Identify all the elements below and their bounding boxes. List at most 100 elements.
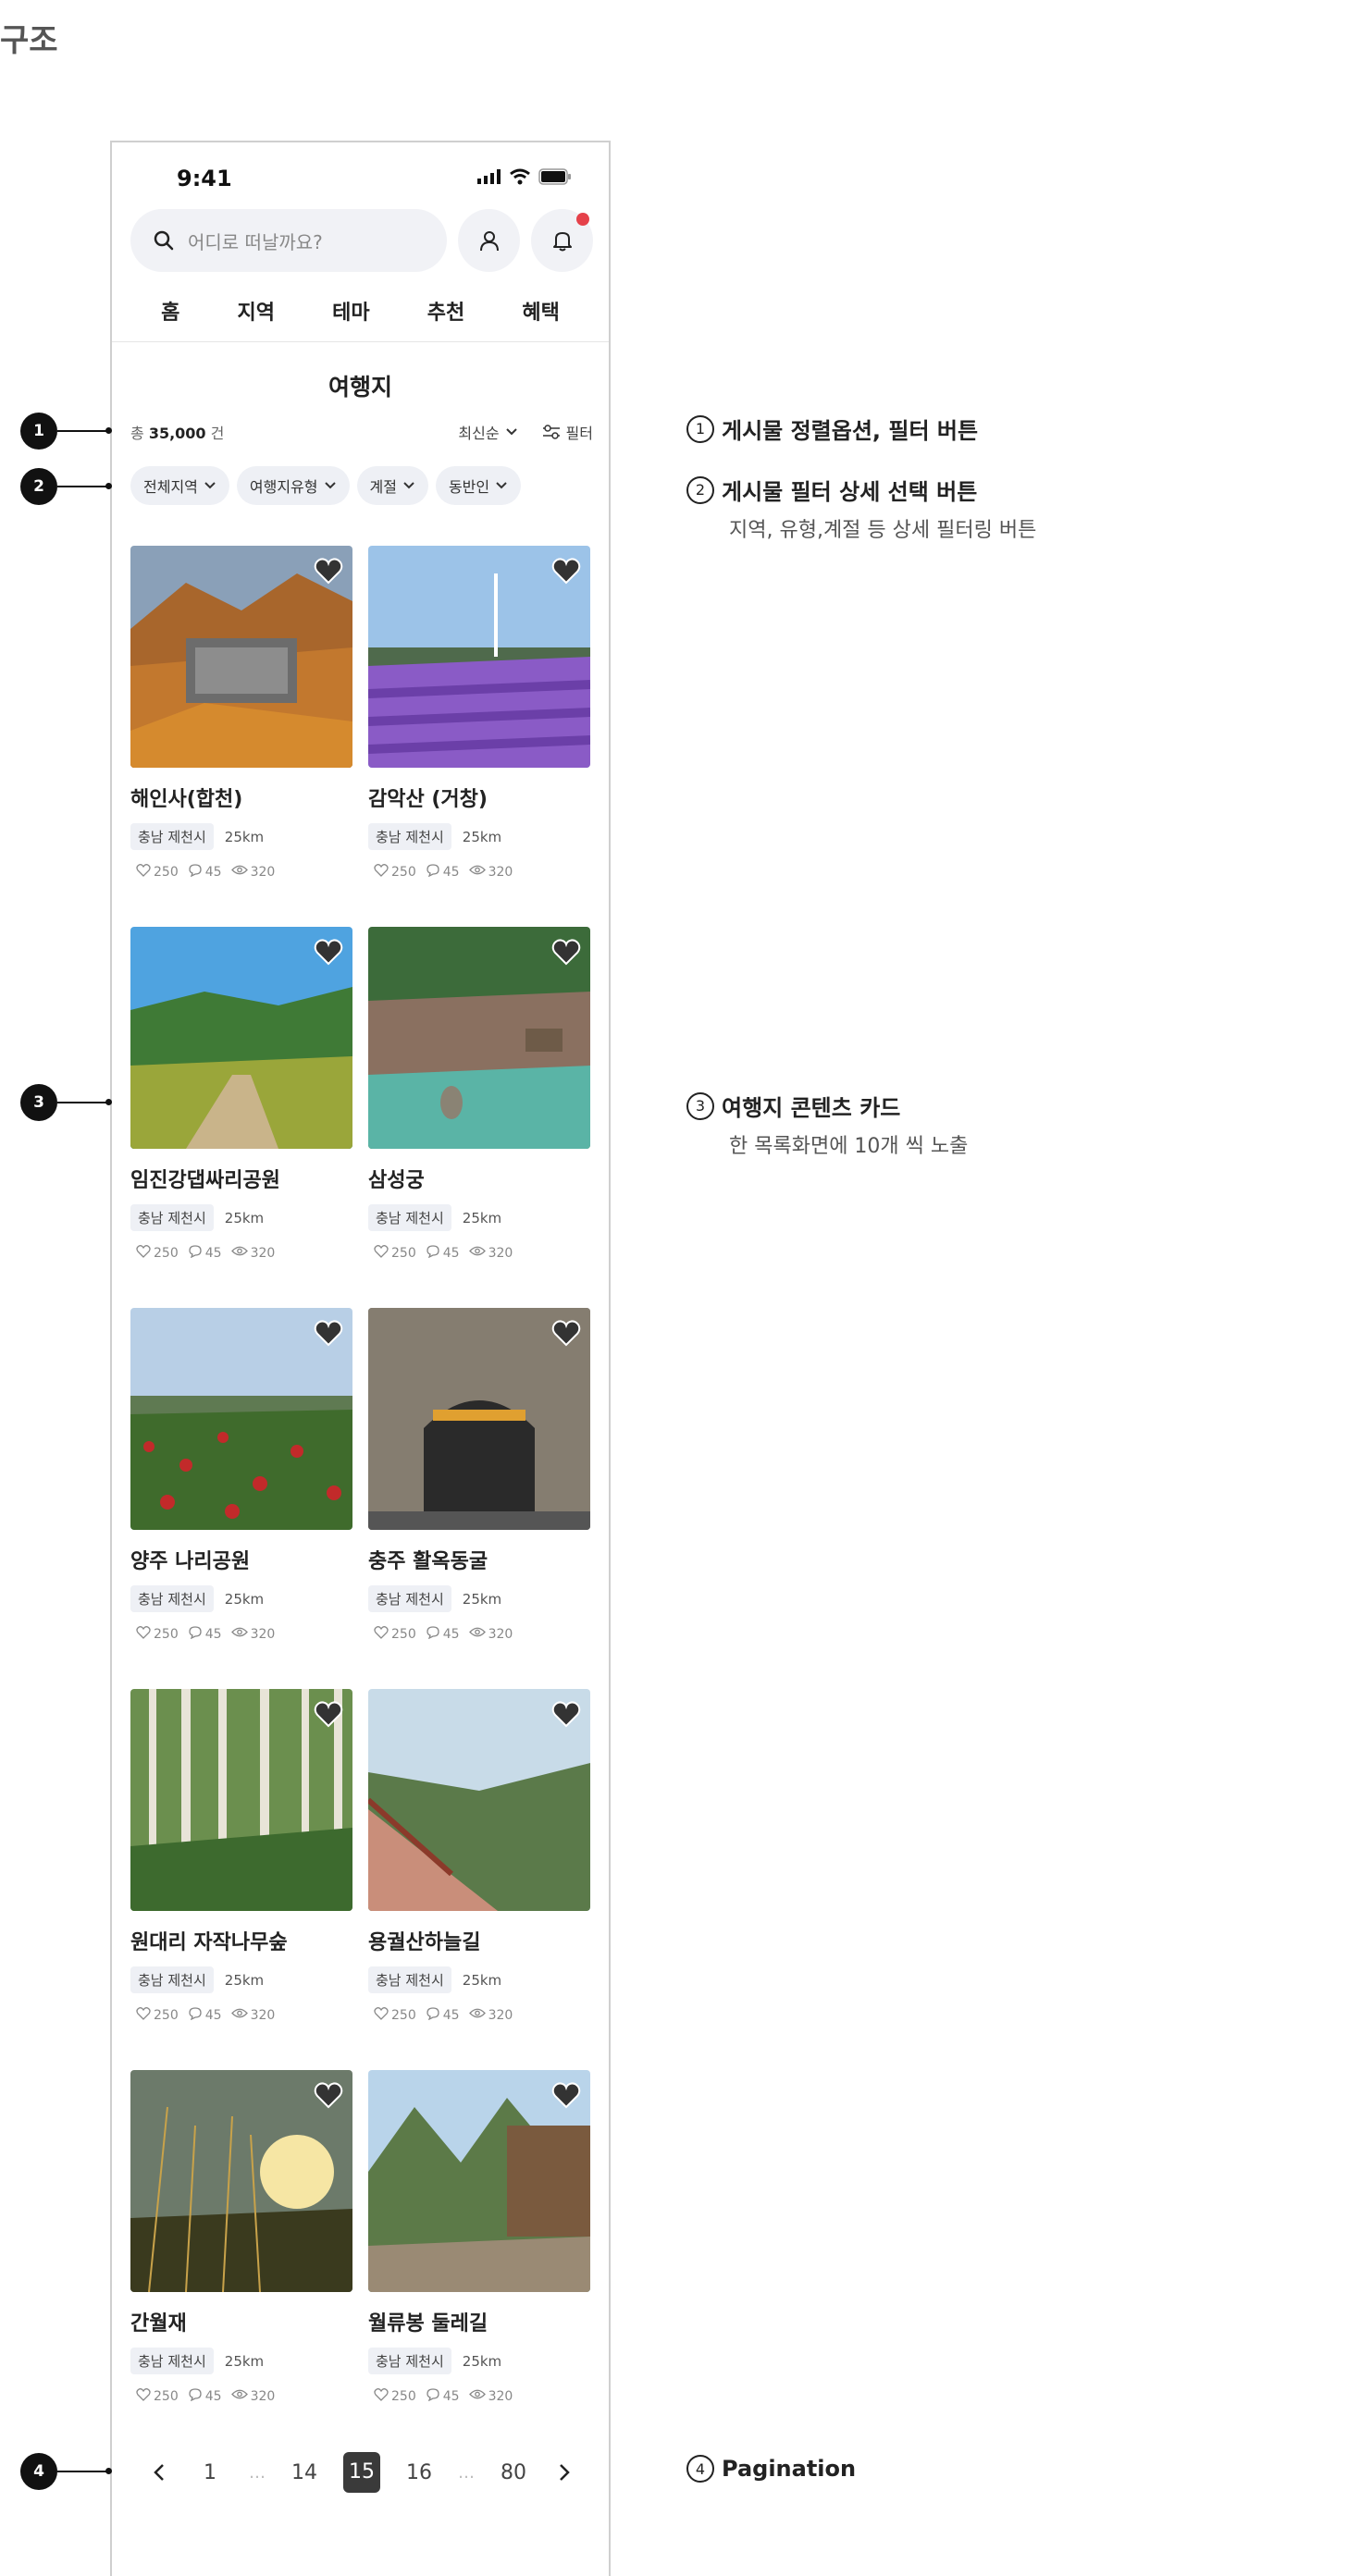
page-1[interactable]: 1 xyxy=(192,2461,229,2484)
distance: 25km xyxy=(462,828,502,845)
note-title: 게시물 정렬옵션, 필터 버튼 xyxy=(722,418,979,444)
destination-card[interactable]: 감악산 (거창) 충남 제천시 25km 250 45 320 xyxy=(368,546,590,927)
card-image[interactable] xyxy=(368,1308,590,1530)
views-stat: 320 xyxy=(230,2388,275,2404)
note-number: 2 xyxy=(686,475,714,504)
card-stats: 250 45 320 xyxy=(130,1625,352,1643)
region-badge: 충남 제천시 xyxy=(368,823,451,850)
card-meta: 충남 제천시 25km xyxy=(130,823,352,850)
chip-type[interactable]: 여행지유형 xyxy=(236,466,350,505)
heart-icon[interactable] xyxy=(551,1319,581,1350)
card-image[interactable] xyxy=(130,2070,352,2292)
card-image[interactable] xyxy=(368,2070,590,2292)
card-image[interactable] xyxy=(368,1689,590,1911)
destination-card[interactable]: 임진강댑싸리공원 충남 제천시 25km 250 45 320 xyxy=(130,927,352,1308)
chip-label: 전체지역 xyxy=(143,478,198,496)
note-2: 2 게시물 필터 상세 선택 버튼 지역, 유형,계절 등 상세 필터링 버튼 xyxy=(686,474,1036,543)
comments-count: 45 xyxy=(442,1626,460,1642)
likes-stat: 250 xyxy=(374,2006,416,2024)
card-stats: 250 45 320 xyxy=(368,863,590,881)
chevron-right-icon[interactable] xyxy=(552,2461,575,2484)
heart-icon[interactable] xyxy=(314,1319,343,1350)
tab-recommend[interactable]: 추천 xyxy=(427,290,464,337)
tab-benefits[interactable]: 혜택 xyxy=(522,290,559,337)
destination-card[interactable]: 해인사(합천) 충남 제천시 25km 250 45 320 xyxy=(130,546,352,927)
notification-button[interactable] xyxy=(531,209,593,272)
sort-button[interactable]: 최신순 xyxy=(458,421,517,443)
card-title: 월류봉 둘레길 xyxy=(368,2312,488,2336)
region-badge: 충남 제천시 xyxy=(130,2348,214,2374)
chip-season[interactable]: 계절 xyxy=(356,466,428,505)
distance: 25km xyxy=(224,2352,265,2370)
eye-icon xyxy=(230,2007,248,2023)
like-icon xyxy=(374,2387,389,2405)
views-stat: 320 xyxy=(230,1626,275,1642)
heart-icon[interactable] xyxy=(551,2081,581,2113)
heart-icon[interactable] xyxy=(551,557,581,588)
chevron-left-icon[interactable] xyxy=(149,2461,171,2484)
region-badge: 충남 제천시 xyxy=(130,1204,214,1231)
views-stat: 320 xyxy=(230,1245,275,1261)
eye-icon xyxy=(468,2007,486,2023)
page-16[interactable]: 16 xyxy=(401,2461,438,2484)
card-image[interactable] xyxy=(130,1308,352,1530)
likes-stat: 250 xyxy=(374,863,416,881)
chevron-down-icon xyxy=(324,482,336,489)
comment-icon xyxy=(188,2006,203,2024)
likes-count: 250 xyxy=(391,1626,416,1642)
page-ellipsis: … xyxy=(249,2462,266,2483)
page-15-current[interactable]: 15 xyxy=(343,2452,380,2493)
heart-icon[interactable] xyxy=(551,1700,581,1732)
card-image[interactable] xyxy=(368,927,590,1149)
page-80[interactable]: 80 xyxy=(495,2461,532,2484)
card-meta: 충남 제천시 25km xyxy=(130,1585,352,1612)
search-input[interactable]: 어디로 떠날까요? xyxy=(130,209,448,272)
comment-icon xyxy=(426,2387,440,2405)
heart-icon[interactable] xyxy=(314,2081,343,2113)
heart-icon[interactable] xyxy=(314,938,343,969)
card-image[interactable] xyxy=(130,1689,352,1911)
card-meta: 충남 제천시 25km xyxy=(368,823,590,850)
comments-count: 45 xyxy=(204,2007,222,2023)
region-badge: 충남 제천시 xyxy=(130,1585,214,1612)
page-14[interactable]: 14 xyxy=(286,2461,323,2484)
tab-home[interactable]: 홈 xyxy=(161,290,179,337)
chip-region[interactable]: 전체지역 xyxy=(130,466,229,505)
profile-button[interactable] xyxy=(458,209,521,272)
distance: 25km xyxy=(224,828,265,845)
tab-region[interactable]: 지역 xyxy=(237,290,274,337)
chip-companion[interactable]: 동반인 xyxy=(435,466,522,505)
card-image[interactable] xyxy=(130,546,352,768)
filter-button[interactable]: 필터 xyxy=(542,421,593,443)
sort-label: 최신순 xyxy=(458,425,500,442)
comment-icon xyxy=(426,2006,440,2024)
heart-icon[interactable] xyxy=(551,938,581,969)
card-image[interactable] xyxy=(130,927,352,1149)
card-image[interactable] xyxy=(368,546,590,768)
destination-card[interactable]: 충주 활옥동굴 충남 제천시 25km 250 45 320 xyxy=(368,1308,590,1689)
destination-card[interactable]: 삼성궁 충남 제천시 25km 250 45 320 xyxy=(368,927,590,1308)
note-desc: 한 목록화면에 10개 씩 노출 xyxy=(729,1135,969,1158)
heart-icon[interactable] xyxy=(314,557,343,588)
destination-card[interactable]: 양주 나리공원 충남 제천시 25km 250 45 320 xyxy=(130,1308,352,1689)
nav-divider xyxy=(112,341,609,342)
comments-stat: 45 xyxy=(426,1244,460,1262)
heart-icon[interactable] xyxy=(314,1700,343,1732)
region-badge: 충남 제천시 xyxy=(368,1204,451,1231)
marker-line-1 xyxy=(57,430,109,432)
card-meta: 충남 제천시 25km xyxy=(130,1204,352,1231)
destination-card[interactable]: 간월재 충남 제천시 25km 250 45 320 xyxy=(130,2070,352,2451)
destination-card[interactable]: 월류봉 둘레길 충남 제천시 25km 250 45 320 xyxy=(368,2070,590,2451)
like-icon xyxy=(136,863,151,881)
filter-label: 필터 xyxy=(565,425,593,442)
views-stat: 320 xyxy=(468,2007,513,2023)
destination-card[interactable]: 용궐산하늘길 충남 제천시 25km 250 45 320 xyxy=(368,1689,590,2070)
chip-label: 여행지유형 xyxy=(249,478,318,496)
tab-theme[interactable]: 테마 xyxy=(332,290,369,337)
distance: 25km xyxy=(224,1209,265,1226)
bell-icon xyxy=(552,232,572,252)
views-count: 320 xyxy=(488,2007,513,2023)
comments-stat: 45 xyxy=(188,1244,222,1262)
card-stats: 250 45 320 xyxy=(130,863,352,881)
destination-card[interactable]: 원대리 자작나무숲 충남 제천시 25km 250 45 320 xyxy=(130,1689,352,2070)
